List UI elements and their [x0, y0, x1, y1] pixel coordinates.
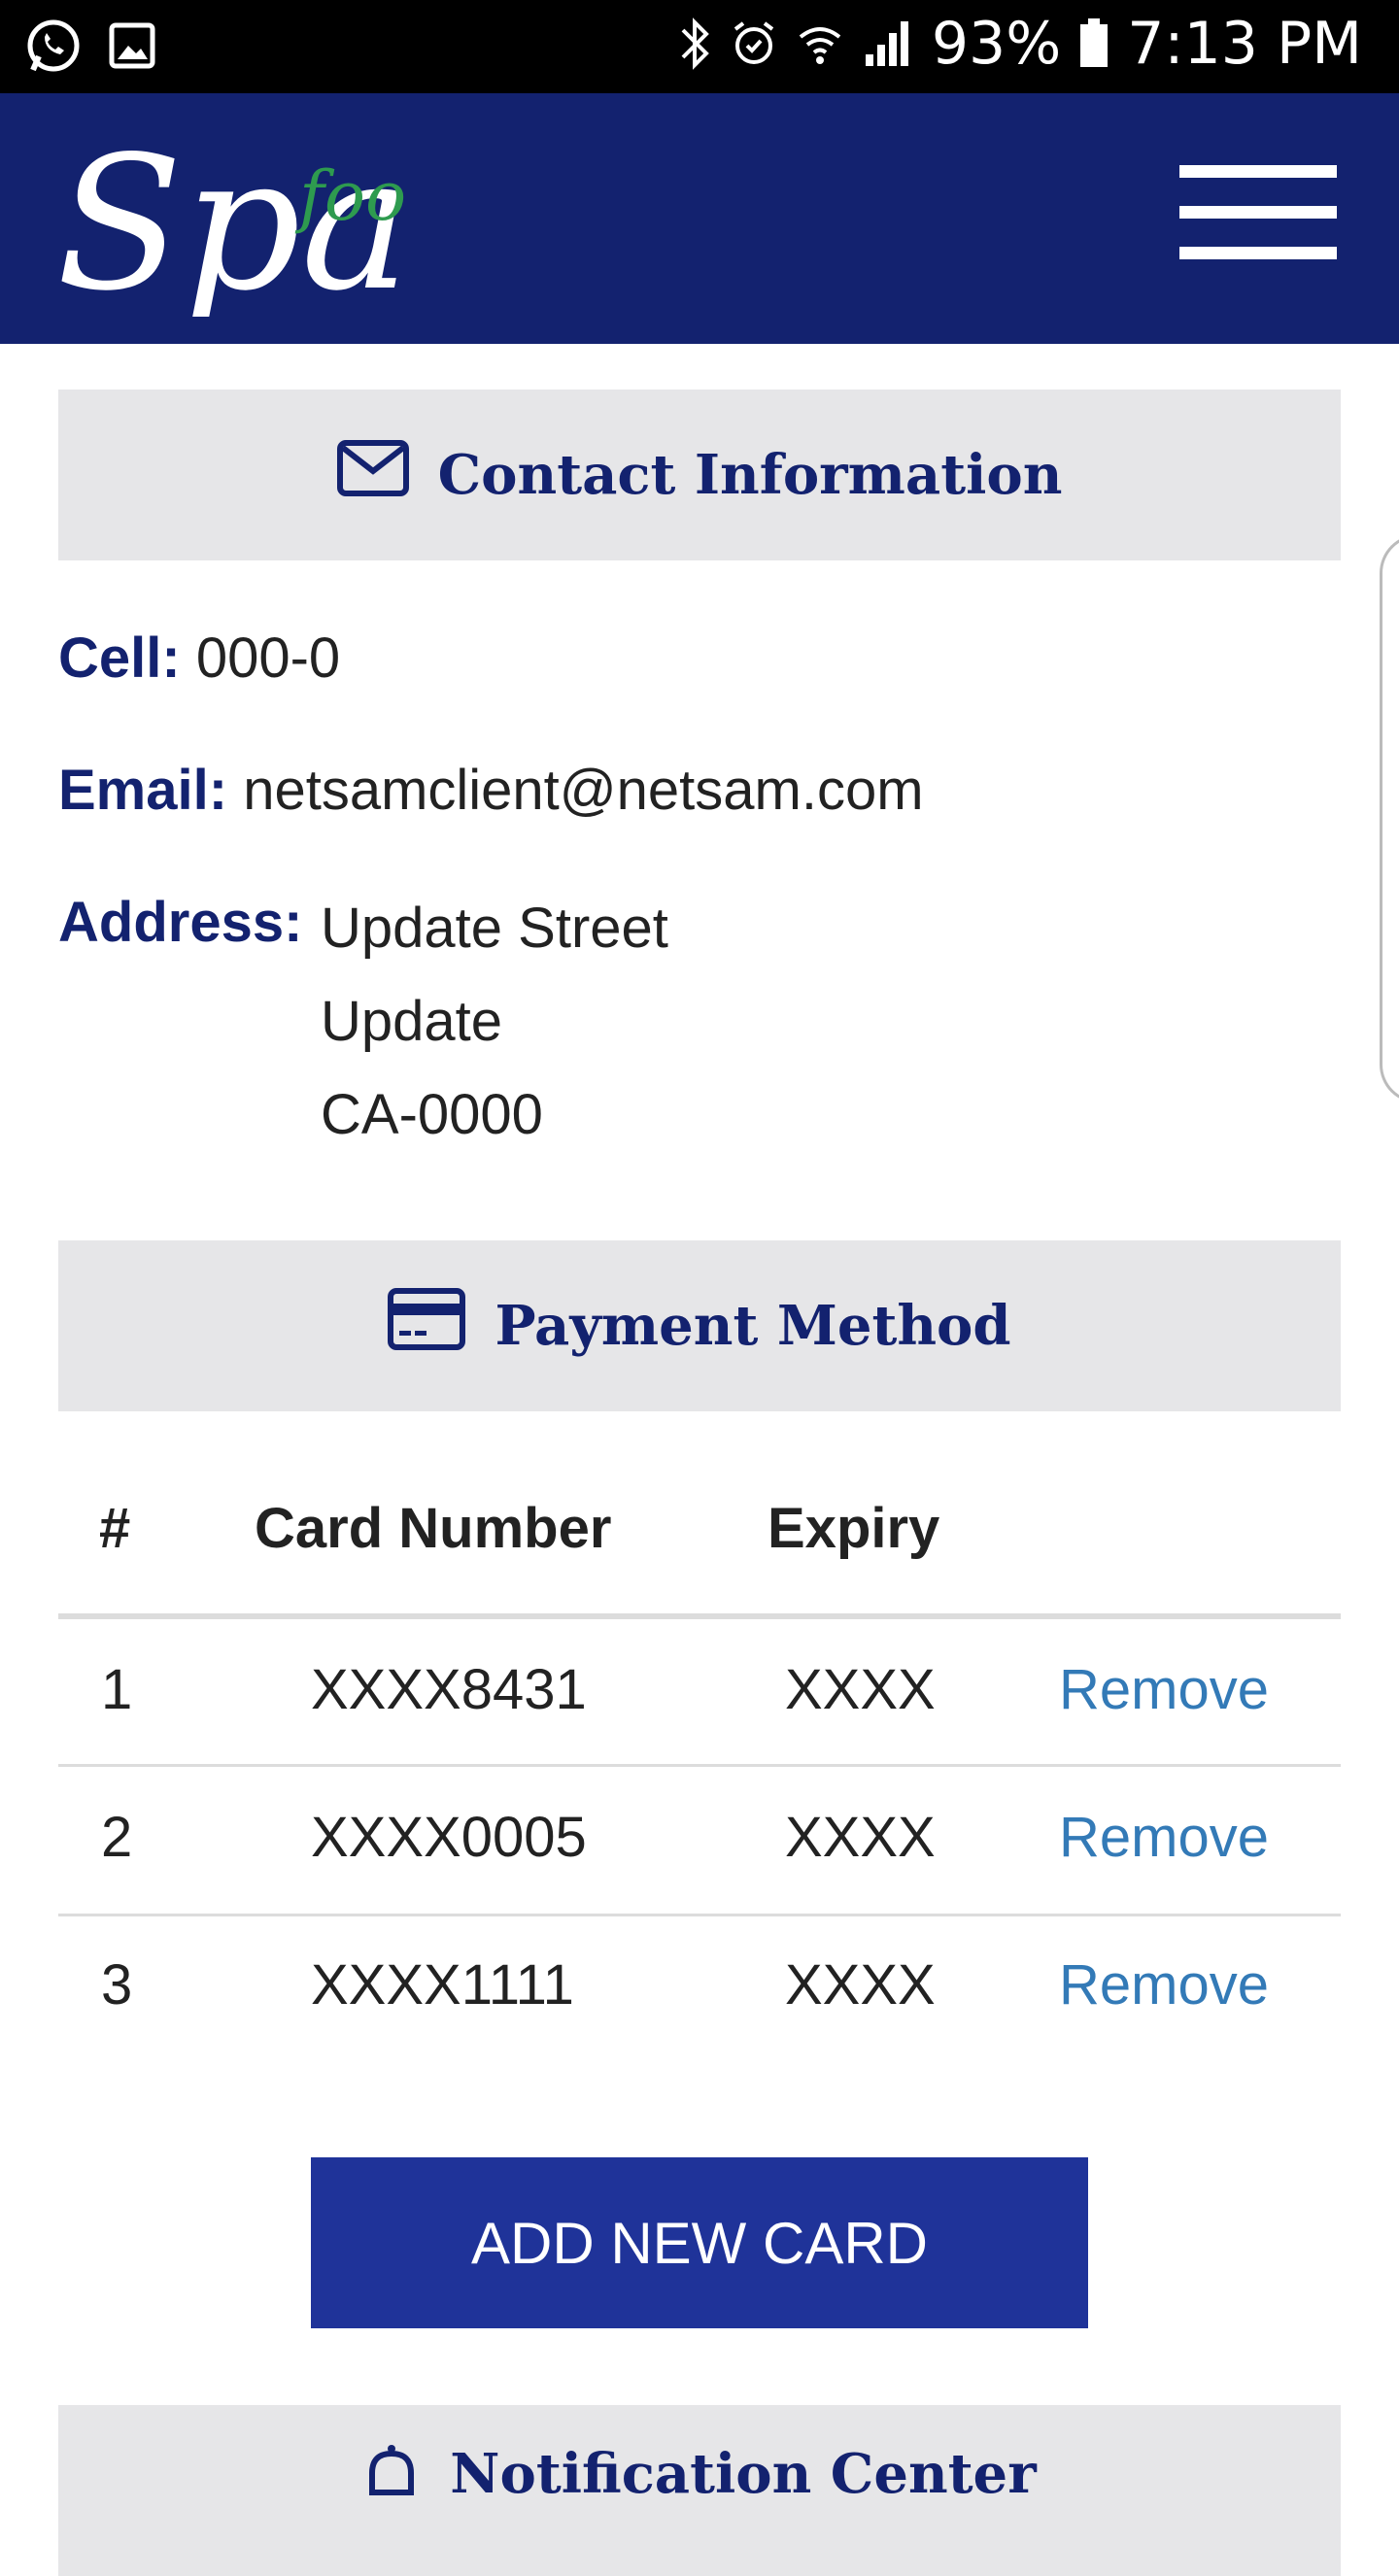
email-value: netsamclient@netsam.com — [243, 759, 924, 822]
cell-row: Cell: 000-0 — [58, 626, 340, 691]
address-line2: Update — [321, 990, 503, 1053]
status-bar: 93% 7:13 PM — [0, 0, 1399, 93]
wifi-icon — [796, 19, 844, 68]
address-label-row: Address: — [58, 890, 302, 955]
notification-section-title: Notification Center — [450, 2442, 1037, 2506]
gallery-icon — [109, 22, 155, 69]
clock: 7:13 PM — [1127, 10, 1362, 78]
remove-card-link[interactable]: Remove — [1059, 1805, 1269, 1870]
hamburger-menu-icon[interactable] — [1179, 165, 1337, 262]
address-line1: Update Street — [321, 897, 668, 960]
row-expiry: XXXX — [785, 1806, 936, 1869]
contact-section-title: Contact Information — [437, 443, 1063, 507]
app-header: Spa foo — [0, 93, 1399, 344]
battery-icon — [1078, 18, 1109, 69]
column-header-expiry: Expiry — [768, 1497, 940, 1560]
signal-icon — [862, 19, 914, 68]
row-number: 3 — [101, 1953, 133, 2017]
row-divider — [58, 1914, 1341, 1916]
row-expiry: XXXX — [785, 1658, 936, 1721]
row-expiry: XXXX — [785, 1953, 936, 2017]
address-label: Address: — [58, 891, 303, 954]
payment-section-title: Payment Method — [495, 1294, 1011, 1358]
spafoo-logo[interactable]: Spa foo — [56, 117, 426, 331]
logo-accent-text: foo — [294, 156, 406, 236]
row-card-number: XXXX1111 — [311, 1953, 574, 2017]
row-number: 1 — [101, 1658, 133, 1721]
row-divider — [58, 1764, 1341, 1767]
whatsapp-icon — [25, 17, 82, 74]
row-number: 2 — [101, 1806, 133, 1869]
email-label: Email: — [58, 759, 228, 822]
cell-value: 000-0 — [195, 627, 341, 690]
address-line3: CA-0000 — [321, 1083, 543, 1146]
bluetooth-icon — [677, 17, 712, 71]
contact-section-header: Contact Information — [58, 390, 1341, 560]
scroll-handle[interactable] — [1380, 534, 1399, 1103]
battery-percent: 93% — [931, 10, 1062, 78]
email-row: Email: netsamclient@netsam.com — [58, 758, 924, 823]
alarm-icon — [730, 19, 778, 68]
envelope-icon — [336, 440, 409, 510]
notification-section-header: Notification Center — [58, 2405, 1341, 2576]
add-new-card-button[interactable]: ADD NEW CARD — [311, 2157, 1088, 2328]
remove-card-link[interactable]: Remove — [1059, 1952, 1269, 2017]
bell-icon — [362, 2442, 421, 2524]
column-header-number: # — [99, 1497, 131, 1560]
cell-label: Cell: — [58, 627, 181, 690]
table-header-divider — [58, 1613, 1341, 1619]
payment-section-header: Payment Method — [58, 1240, 1341, 1411]
credit-card-icon — [388, 1288, 466, 1364]
address-value: Update Street Update CA-0000 — [321, 882, 668, 1162]
row-card-number: XXXX8431 — [311, 1658, 587, 1721]
row-card-number: XXXX0005 — [311, 1806, 587, 1869]
column-header-card-number: Card Number — [255, 1497, 612, 1560]
remove-card-link[interactable]: Remove — [1059, 1657, 1269, 1722]
